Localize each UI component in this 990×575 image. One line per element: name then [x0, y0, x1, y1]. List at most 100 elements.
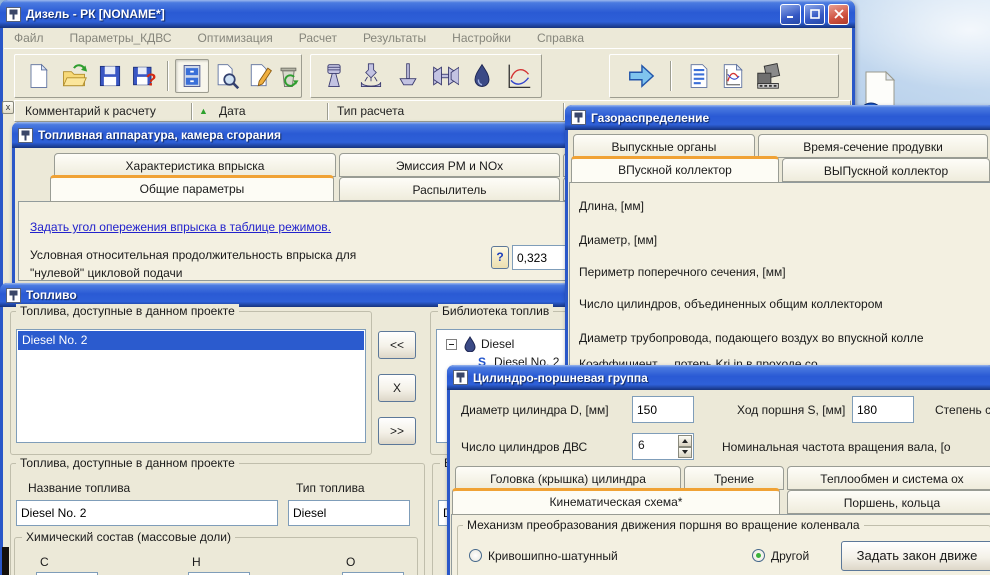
save-help-button[interactable]: ? [127, 59, 161, 93]
delete-recycle-button[interactable] [271, 59, 305, 93]
valve-icon [394, 62, 422, 90]
tab-pm-nox-emission[interactable]: Эмиссия PM и NOx [339, 153, 560, 177]
run-button[interactable] [624, 59, 658, 93]
menu-file[interactable]: Файл [14, 31, 44, 48]
tree-node-diesel[interactable]: Diesel [481, 337, 514, 351]
tab-exhaust-manifold[interactable]: ВЫПускной коллектор [782, 158, 990, 182]
delete-fuel-button[interactable]: X [378, 374, 416, 402]
tree-expand-icon[interactable] [446, 339, 457, 350]
stroke-input[interactable] [852, 396, 914, 423]
mechanism-group-label: Механизм преобразования движения поршня … [463, 518, 864, 532]
carbon-label: C [40, 555, 49, 569]
window-title: Газораспределение [591, 111, 709, 125]
minimize-button[interactable] [780, 4, 801, 25]
menu-settings[interactable]: Настройки [452, 31, 511, 48]
tab-general-parameters[interactable]: Общие параметры [50, 175, 334, 202]
stroke-label: Ход поршня S, [мм] [737, 403, 845, 417]
injection-duration-input[interactable] [512, 245, 572, 270]
menu-help[interactable]: Справка [537, 31, 584, 48]
results-chart-button[interactable] [716, 59, 750, 93]
move-to-library-button[interactable]: >> [378, 417, 416, 445]
toolbar-group-run [609, 54, 839, 98]
fuel-type-input[interactable] [288, 500, 410, 526]
tab-time-area-scavenging[interactable]: Время-сечение продувки [758, 134, 988, 158]
window-title: Топливо [26, 288, 77, 302]
recycle-bin-icon [274, 62, 302, 90]
preview-magnifier-icon [212, 62, 240, 90]
gas-exchange-titlebar[interactable]: Газораспределение [565, 105, 990, 130]
animation-film-button[interactable] [752, 59, 786, 93]
piston-button[interactable] [317, 59, 351, 93]
spin-up-icon [682, 439, 688, 443]
fuel-drop-button[interactable] [465, 59, 499, 93]
tab-cylinder-head[interactable]: Головка (крышка) цилиндра [455, 466, 681, 490]
cylinder-group-window: Цилиндро-поршневая группа Диаметр цилинд… [447, 365, 990, 575]
open-folder-icon [60, 62, 88, 90]
save-button[interactable] [93, 59, 127, 93]
help-button[interactable]: ? [491, 246, 509, 269]
header-calc-type-column[interactable]: Тип расчета [337, 104, 404, 118]
injection-duration-label-line2: "нулевой" цикловой подачи [30, 266, 183, 280]
edit-pencil-icon [246, 62, 274, 90]
database-cabinet-button[interactable] [175, 59, 209, 93]
new-document-button[interactable] [21, 59, 55, 93]
tree-droplet-icon [464, 336, 476, 352]
menu-optimization[interactable]: Оптимизация [198, 31, 273, 48]
menu-results[interactable]: Результаты [363, 31, 426, 48]
maximize-button[interactable] [804, 4, 825, 25]
menu-calculation[interactable]: Расчет [299, 31, 337, 48]
other-mechanism-label[interactable]: Другой [771, 549, 809, 563]
preview-document-button[interactable] [209, 59, 243, 93]
tab-piston-rings[interactable]: Поршень, кольца [787, 490, 990, 514]
set-injection-advance-link[interactable]: Задать угол опережения впрыска в таблице… [30, 220, 331, 234]
turbocharger-icon [431, 62, 459, 90]
main-window-titlebar[interactable]: Дизель - РК [NONAME*] [0, 0, 855, 28]
spinner-down-button[interactable] [678, 447, 692, 459]
crank-mechanism-label[interactable]: Кривошипно-шатунный [488, 549, 618, 563]
diameter-label: Диаметр, [мм] [579, 233, 657, 247]
tab-heat-exchange-cooling[interactable]: Теплообмен и система ох [787, 466, 990, 490]
tab-exhaust-organs[interactable]: Выпускные органы [573, 134, 755, 158]
tab-friction[interactable]: Трение [684, 466, 784, 490]
tab-atomizer[interactable]: Распылитель [339, 177, 560, 201]
valve-button[interactable] [391, 59, 425, 93]
spinner-buttons [678, 435, 692, 458]
spinner-up-button[interactable] [678, 435, 692, 447]
window-piston-icon [6, 288, 21, 303]
fuel-name-input[interactable] [16, 500, 278, 526]
close-button[interactable] [828, 4, 849, 25]
run-arrow-icon [626, 61, 656, 91]
window-piston-icon [571, 110, 586, 125]
sort-ascending-icon: ▲ [199, 106, 208, 116]
report-icon [685, 62, 713, 90]
perimeter-label: Периметр поперечного сечения, [мм] [579, 265, 786, 279]
dock-panel-close-button[interactable]: x [2, 101, 14, 114]
set-motion-law-button[interactable]: Задать закон движе [841, 541, 990, 571]
column-divider[interactable] [327, 103, 329, 120]
header-date-column[interactable]: Дата [219, 104, 246, 118]
tab-kinematic-scheme[interactable]: Кинематическая схема* [452, 488, 780, 515]
report-document-button[interactable] [682, 59, 716, 93]
chemical-composition-label: Химический состав (массовые доли) [22, 530, 235, 544]
column-divider[interactable] [191, 103, 193, 120]
injection-duration-label-line1: Условная относительная продолжительность… [30, 248, 356, 262]
droplet-icon [468, 62, 496, 90]
nominal-rpm-label: Номинальная частота вращения вала, [о [722, 440, 951, 454]
move-to-project-button[interactable]: << [378, 331, 416, 359]
crank-mechanism-radio[interactable] [469, 549, 482, 562]
injector-button[interactable] [354, 59, 388, 93]
menu-engine-params[interactable]: Параметры_КДВС [70, 31, 172, 48]
tab-injection-characteristic[interactable]: Характеристика впрыска [54, 153, 336, 177]
cylinder-count-spinner[interactable]: 6 [632, 433, 694, 460]
other-mechanism-radio[interactable] [752, 549, 765, 562]
header-comment-column[interactable]: Комментарий к расчету [25, 104, 156, 118]
tab-intake-manifold[interactable]: ВПускной коллектор [571, 156, 779, 183]
cylinder-group-titlebar[interactable]: Цилиндро-поршневая группа [447, 365, 990, 390]
bore-input[interactable] [632, 396, 694, 423]
fuel-system-titlebar[interactable]: Топливная аппаратура, камера сгорания [12, 122, 572, 148]
open-project-button[interactable] [57, 59, 91, 93]
fuel-list-item-selected[interactable]: Diesel No. 2 [18, 331, 364, 350]
turbocharger-button[interactable] [428, 59, 462, 93]
cycle-curve-button[interactable] [501, 59, 535, 93]
project-fuel-listbox[interactable]: Diesel No. 2 [16, 329, 366, 443]
